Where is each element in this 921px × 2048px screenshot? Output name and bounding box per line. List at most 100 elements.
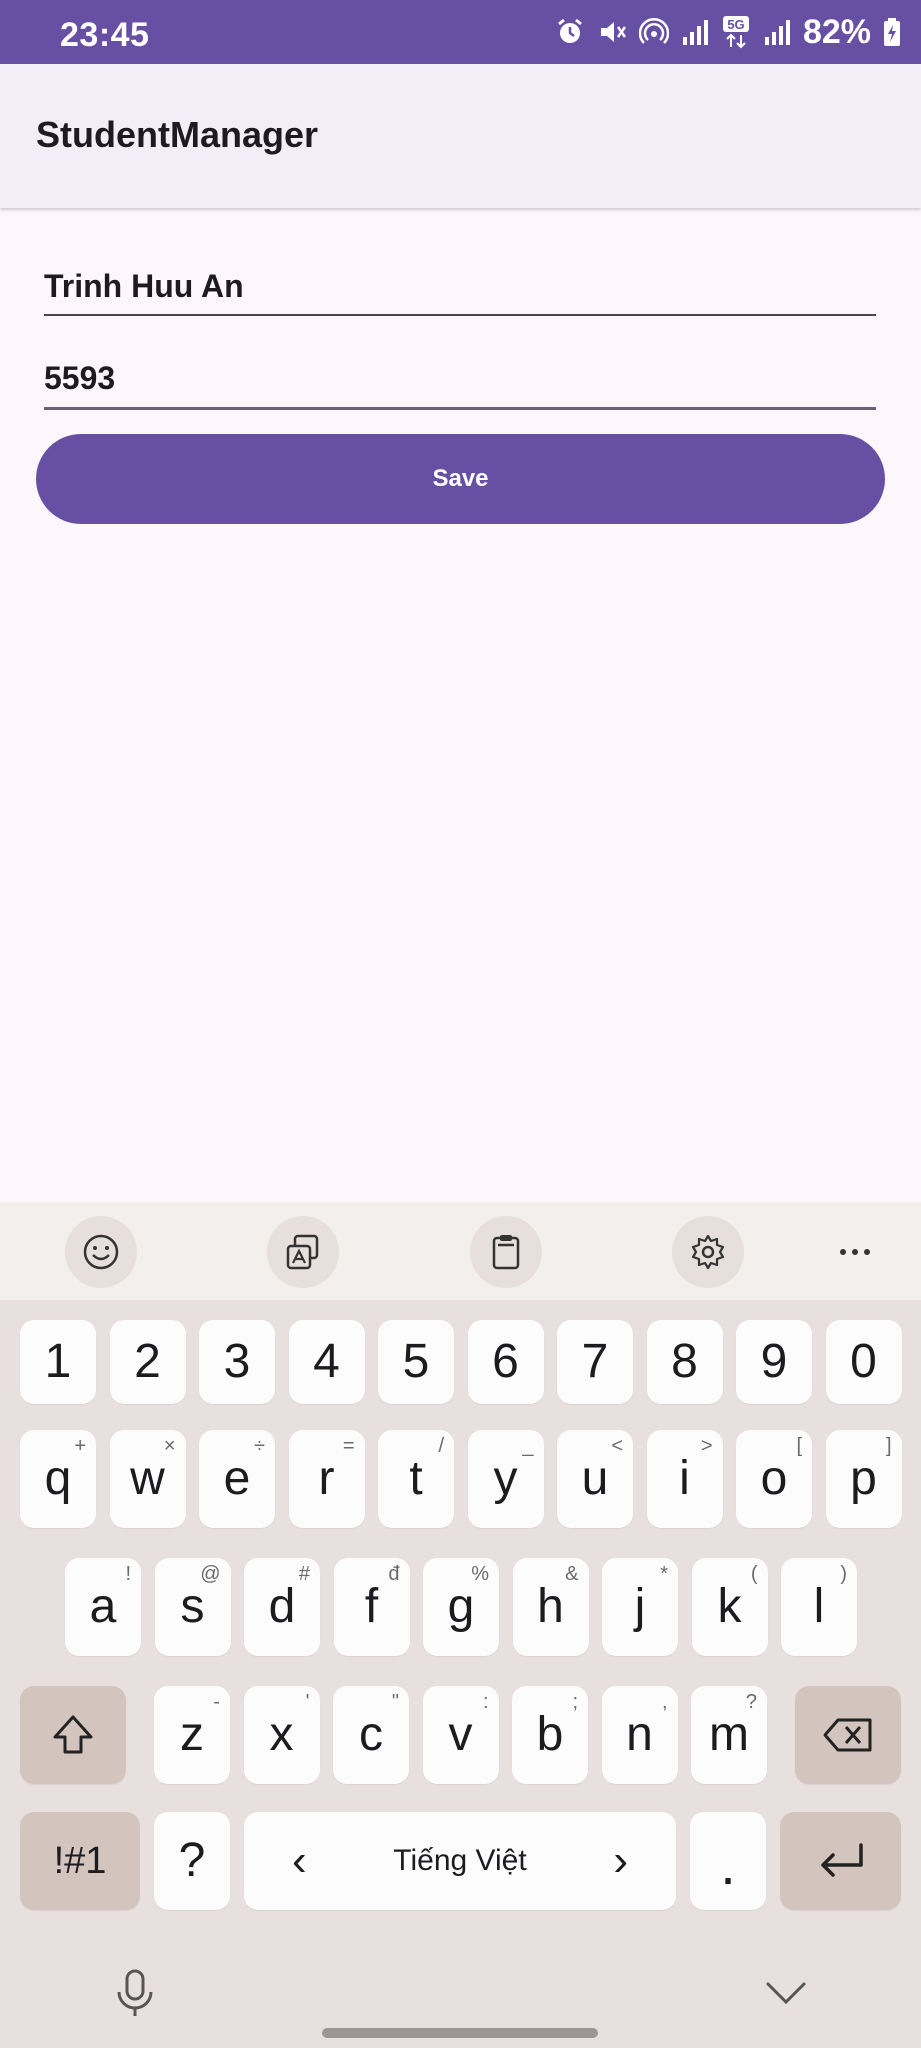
enter-key[interactable] (780, 1812, 901, 1910)
key-label: 1 (44, 1335, 72, 1388)
key-label: h (537, 1580, 564, 1633)
student-name-input[interactable] (44, 268, 876, 305)
key-label: u (581, 1452, 609, 1505)
microphone-icon[interactable] (112, 1968, 158, 2018)
key-j[interactable]: j * (602, 1558, 678, 1656)
key-a[interactable]: a! (65, 1558, 141, 1656)
backspace-key[interactable] (795, 1686, 901, 1784)
key-v[interactable]: v: (422, 1686, 499, 1784)
key-3[interactable]: 3 (199, 1320, 275, 1404)
key-label: 8 (671, 1335, 698, 1388)
key-i[interactable]: i > (646, 1430, 723, 1528)
key-secondary-label: ] (885, 1435, 892, 1457)
key-8[interactable]: 8 (646, 1320, 723, 1404)
key-label: l (813, 1580, 825, 1633)
mute-icon (600, 22, 626, 42)
space-key[interactable]: ‹ Tiếng Việt › (244, 1812, 676, 1910)
key-label: r (318, 1452, 335, 1505)
more-icon[interactable] (819, 1216, 891, 1288)
symbols-key[interactable]: !#1 (20, 1812, 140, 1910)
key-t[interactable]: t / (378, 1430, 454, 1528)
shift-key[interactable] (20, 1686, 126, 1784)
settings-icon[interactable] (672, 1216, 744, 1288)
status-time: 23:45 (60, 16, 150, 54)
key-m[interactable]: m? (691, 1686, 767, 1784)
key-5[interactable]: 5 (378, 1320, 454, 1404)
key-secondary-label: < (611, 1435, 623, 1457)
student-id-field[interactable] (44, 360, 876, 410)
student-id-input[interactable] (44, 360, 876, 397)
key-q[interactable]: q + (20, 1430, 96, 1528)
question-key[interactable]: ? (154, 1812, 230, 1910)
key-secondary-label: & (565, 1563, 579, 1585)
key-0[interactable]: 0 (825, 1320, 902, 1404)
key-secondary-label: > (700, 1435, 713, 1457)
key-secondary-label: + (74, 1435, 86, 1457)
key-u[interactable]: u < (557, 1430, 633, 1528)
student-name-field[interactable] (44, 268, 876, 316)
key-f[interactable]: fđ (333, 1558, 410, 1656)
key-secondary-label: ÷ (254, 1435, 265, 1457)
key-k[interactable]: k( (691, 1558, 768, 1656)
translate-icon[interactable] (267, 1216, 339, 1288)
key-l[interactable]: l) (781, 1558, 857, 1656)
key-r[interactable]: r = (288, 1430, 365, 1528)
key-z[interactable]: z- (154, 1686, 230, 1784)
key-2[interactable]: 2 (109, 1320, 186, 1404)
key-1[interactable]: 1 (20, 1320, 96, 1404)
key-secondary-label: ( (750, 1563, 758, 1585)
key-label: d (268, 1580, 296, 1633)
emoji-icon[interactable] (65, 1216, 137, 1288)
key-e[interactable]: e ÷ (199, 1430, 275, 1528)
key-c[interactable]: c " (333, 1686, 409, 1784)
key-label: j (634, 1580, 646, 1633)
svg-text:5G: 5G (727, 17, 744, 32)
key-s[interactable]: s @ (154, 1558, 231, 1656)
key-secondary-label: ' (305, 1691, 310, 1713)
signal-icon (682, 20, 708, 45)
period-key-label: . (720, 1833, 736, 1896)
clipboard-icon[interactable] (470, 1216, 542, 1288)
key-label: n (626, 1708, 653, 1761)
app-title: StudentManager (36, 114, 319, 155)
app-bar: StudentManager (0, 64, 921, 208)
key-label: e (223, 1452, 251, 1505)
key-label: p (850, 1452, 877, 1505)
key-6[interactable]: 6 (467, 1320, 544, 1404)
key-9[interactable]: 9 (736, 1320, 812, 1404)
key-secondary-label: [ (796, 1435, 802, 1457)
key-x[interactable]: x ' (243, 1686, 320, 1784)
key-label: 9 (760, 1335, 788, 1388)
key-g[interactable]: g% (423, 1558, 499, 1656)
key-label: x (269, 1708, 294, 1761)
key-label: 6 (492, 1335, 519, 1388)
key-secondary-label: # (298, 1563, 310, 1585)
backspace-icon (823, 1718, 872, 1752)
key-secondary-label: @ (200, 1563, 221, 1585)
status-icons: 5G 82% (555, 13, 901, 51)
key-7[interactable]: 7 (557, 1320, 633, 1404)
key-4[interactable]: 4 (288, 1320, 365, 1404)
key-label: a (89, 1580, 117, 1633)
key-n[interactable]: n, (601, 1686, 678, 1784)
key-b[interactable]: b; (512, 1686, 588, 1784)
key-h[interactable]: h & (512, 1558, 589, 1656)
key-secondary-label: ! (125, 1563, 131, 1585)
key-secondary-label: đ (388, 1563, 400, 1585)
period-key[interactable]: . (690, 1812, 766, 1910)
save-button[interactable]: Save (36, 434, 885, 524)
home-indicator[interactable] (322, 2028, 598, 2038)
key-p[interactable]: p] (825, 1430, 902, 1528)
key-secondary-label: × (163, 1435, 176, 1457)
symbols-key-label: !#1 (53, 1840, 107, 1882)
key-w[interactable]: w × (109, 1430, 186, 1528)
key-secondary-label: " (391, 1691, 399, 1713)
space-language-label: Tiếng Việt (393, 1844, 527, 1877)
key-label: g (447, 1580, 475, 1633)
key-y[interactable]: y _ (467, 1430, 544, 1528)
key-d[interactable]: d # (244, 1558, 320, 1656)
hide-keyboard-icon[interactable] (764, 1978, 808, 2008)
signal-icon (764, 20, 790, 45)
key-secondary-label: : (482, 1691, 489, 1713)
key-o[interactable]: o[ (736, 1430, 812, 1528)
